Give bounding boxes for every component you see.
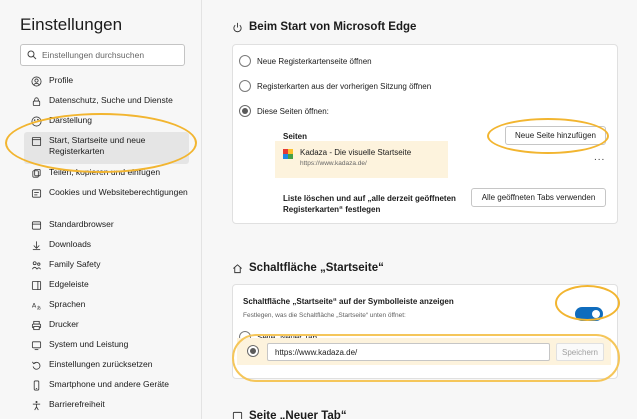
home-icon (233, 263, 242, 273)
sidebar-item-label: Downloads (49, 239, 92, 249)
settings-search-box[interactable] (20, 44, 185, 66)
sidebar-item-accessibility[interactable]: Barrierefreiheit (24, 396, 189, 416)
home-button-toggle[interactable] (575, 307, 603, 321)
family-icon (30, 259, 42, 271)
settings-main: Beim Start von Microsoft Edge Neue Regis… (202, 0, 637, 419)
sidebar-item-label: Profile (49, 75, 74, 85)
option-label: Registerkarten aus der vorherigen Sitzun… (257, 81, 432, 91)
kadaza-logo-icon (283, 149, 293, 159)
option-label: Neue Registerkartenseite öffnen (257, 56, 372, 66)
page-entry-kadaza[interactable]: Kadaza - Die visuelle Startseite https:/… (275, 141, 448, 178)
profile-icon (30, 75, 42, 87)
sidebar-item-privacy[interactable]: Datenschutz, Suche und Dienste (24, 92, 189, 112)
page-icon (232, 411, 243, 419)
sidebar-item-share[interactable]: Teilen, kopieren und einfügen (24, 164, 189, 184)
sidebar-item-printer[interactable]: Drucker (24, 316, 189, 336)
option-label: Diese Seiten öffnen: (257, 106, 329, 116)
cookie-icon (30, 187, 42, 199)
home-button-description: Festlegen, was die Schaltfläche „Startse… (243, 312, 406, 319)
share-icon (30, 167, 42, 179)
option-open-pages[interactable]: Diese Seiten öffnen: (239, 105, 329, 117)
sidebar-item-label: Edgeleiste (49, 279, 89, 289)
sidebar-item-appearance[interactable]: Darstellung (24, 112, 189, 132)
printer-icon (30, 319, 42, 331)
sidebar-item-label: Einstellungen zurücksetzen (49, 359, 153, 369)
lock-icon (30, 95, 42, 107)
sidebar-item-label: Standardbrowser (49, 219, 114, 229)
sidebar-item-label: Start, Startseite und neue Registerkarte… (49, 135, 146, 156)
sidebar-item-label: Teilen, kopieren und einfügen (49, 167, 161, 177)
startup-options-card: Neue Registerkartenseite öffnen Register… (232, 44, 618, 224)
sidebar-item-family-safety[interactable]: Family Safety (24, 256, 189, 276)
sidebar-item-label: Darstellung (49, 115, 92, 125)
sidebar-item-label: Datenschutz, Suche und Dienste (49, 95, 173, 105)
phone-icon (30, 379, 42, 391)
system-icon (30, 339, 42, 351)
settings-search-input[interactable] (42, 50, 182, 60)
option-previous-session[interactable]: Registerkarten aus der vorherigen Sitzun… (239, 80, 431, 92)
add-page-button[interactable]: Neue Seite hinzufügen (505, 126, 606, 145)
sidebar-item-label: Smartphone und andere Geräte (49, 379, 170, 389)
sidebar-item-downloads[interactable]: Downloads (24, 236, 189, 256)
sidebar-item-reset[interactable]: Einstellungen zurücksetzen (24, 356, 189, 376)
save-button[interactable]: Speichern (556, 343, 604, 361)
more-options-icon[interactable]: ... (594, 152, 605, 163)
sidebar-item-cookies[interactable]: Cookies und Websiteberechtigungen (24, 184, 189, 216)
radio-button[interactable] (239, 55, 251, 67)
sidebar-item-label: System und Leistung (49, 339, 129, 349)
sidebar-item-default-browser[interactable]: Standardbrowser (24, 216, 189, 236)
home-button-toggle-label: Schaltfläche „Startseite“ auf der Symbol… (243, 297, 454, 306)
sidebar-item-label: Barrierefreiheit (49, 399, 105, 409)
sidebar-item-system[interactable]: System und Leistung (24, 336, 189, 356)
accessibility-icon (30, 399, 42, 411)
sidebar-item-phone[interactable]: Smartphone und andere Geräte (24, 376, 189, 396)
sidebar-title: Einstellungen (20, 15, 123, 34)
svg-text:あ: あ (36, 305, 41, 310)
reset-icon (30, 359, 42, 371)
home-url-input[interactable]: https://www.kadaza.de/ (267, 343, 550, 361)
palette-icon (30, 115, 42, 127)
home-button-card: Schaltfläche „Startseite“ auf der Symbol… (232, 284, 618, 379)
sidebar-item-label: Sprachen (49, 299, 86, 309)
sidebar-icon (30, 279, 42, 291)
language-icon: Aあ (30, 299, 42, 311)
radio-button[interactable] (239, 80, 251, 92)
browser-icon (30, 219, 42, 231)
radio-button-selected[interactable] (239, 105, 251, 117)
use-open-tabs-button[interactable]: Alle geöffneten Tabs verwenden (471, 188, 606, 207)
sidebar-item-edge-bar[interactable]: Edgeleiste (24, 276, 189, 296)
sidebar-item-languages[interactable]: A あ Sprachen (24, 296, 189, 316)
section-title: Beim Start von Microsoft Edge (249, 21, 417, 33)
settings-sidebar: Einstellungen Profile Datenschutz, Suche… (0, 0, 202, 419)
sidebar-item-label: Family Safety (49, 259, 101, 269)
page-entry-title: Kadaza - Die visuelle Startseite (300, 148, 412, 157)
radio-button-selected[interactable] (247, 345, 259, 357)
sidebar-item-label: Drucker (49, 319, 79, 329)
home-url-row: https://www.kadaza.de/ Speichern (237, 338, 611, 365)
sidebar-item-profile[interactable]: Profile (24, 72, 189, 92)
home-section-heading: Schaltfläche „Startseite“ (232, 262, 384, 274)
option-new-tab[interactable]: Neue Registerkartenseite öffnen (239, 55, 372, 67)
start-page-icon (30, 135, 42, 147)
page-entry-url: https://www.kadaza.de/ (300, 160, 367, 167)
replace-with-open-tabs-label: Liste löschen und auf „alle derzeit geöf… (283, 194, 456, 214)
section-title: Schaltfläche „Startseite“ (249, 262, 384, 274)
sidebar-item-label: Cookies und Websiteberechtigungen (49, 187, 188, 197)
section-title: Seite „Neuer Tab“ (249, 410, 347, 419)
pages-label: Seiten (283, 132, 308, 141)
download-icon (30, 239, 42, 251)
sidebar-item-start[interactable]: Start, Startseite und neue Registerkarte… (24, 132, 189, 164)
power-icon (233, 22, 242, 32)
new-tab-section-heading: Seite „Neuer Tab“ (232, 410, 347, 419)
start-section-heading: Beim Start von Microsoft Edge (232, 21, 416, 33)
search-icon (27, 50, 37, 60)
sidebar-nav: Profile Datenschutz, Suche und Dienste D… (24, 72, 189, 416)
